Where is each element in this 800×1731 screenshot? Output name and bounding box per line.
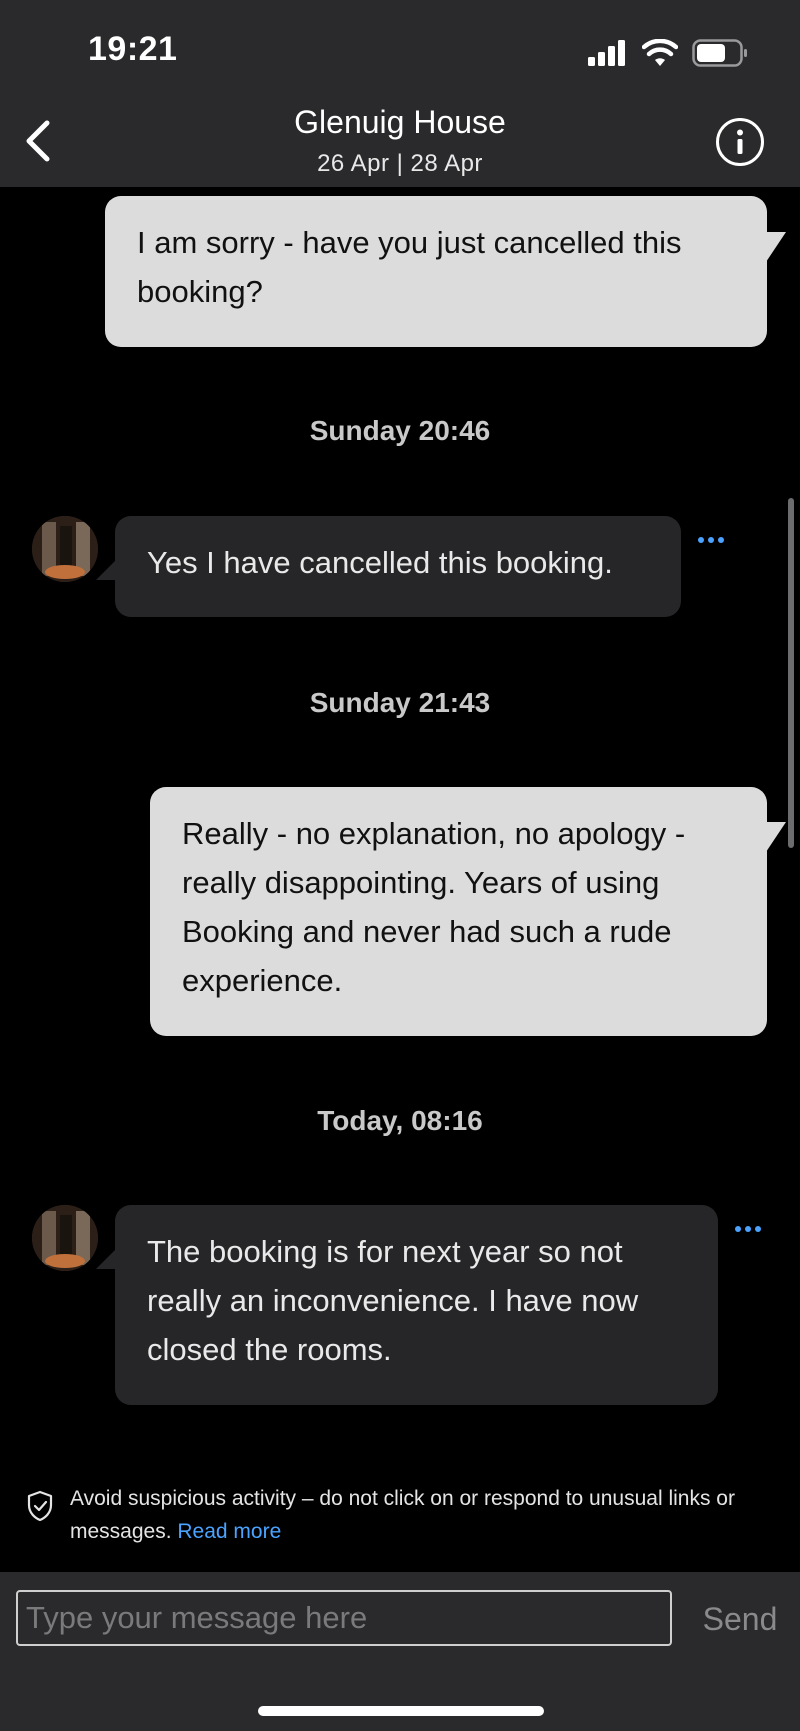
message-composer: Send — [0, 1572, 800, 1731]
info-icon — [737, 129, 743, 154]
message-bubble-incoming[interactable]: The booking is for next year so not real… — [115, 1205, 718, 1405]
message-bubble-incoming[interactable]: Yes I have cancelled this booking. — [115, 516, 681, 617]
page-title: Glenuig House — [294, 104, 506, 140]
read-more-link[interactable]: Read more — [177, 1520, 281, 1543]
battery-icon — [692, 39, 747, 67]
top-bar: 19:21 Glenuig House 26 Apr | 28 Apr — [0, 0, 800, 187]
avatar[interactable] — [32, 1205, 98, 1271]
message-text: The booking is for next year so not real… — [147, 1234, 639, 1367]
chat-screen: 19:21 Glenuig House 26 Apr | 28 Apr I am… — [0, 0, 800, 1731]
scrollbar[interactable] — [788, 498, 794, 848]
bubble-tail — [766, 232, 786, 262]
notice-text: Avoid suspicious activity – do not click… — [70, 1482, 770, 1548]
send-button[interactable]: Send — [690, 1596, 790, 1642]
shield-check-icon — [27, 1490, 53, 1522]
host-avatar-image — [32, 1205, 98, 1271]
message-bubble-outgoing[interactable]: I am sorry - have you just cancelled thi… — [105, 196, 767, 347]
status-icons — [588, 36, 748, 70]
message-timestamp: Sunday 20:46 — [309, 415, 491, 446]
signal-icon — [588, 40, 625, 66]
message-text: I am sorry - have you just cancelled thi… — [137, 225, 682, 309]
avatar[interactable] — [32, 516, 98, 582]
more-options-icon[interactable] — [735, 1226, 761, 1232]
message-text: Yes I have cancelled this booking. — [147, 545, 613, 580]
message-text: Really - no explanation, no apology - re… — [182, 816, 686, 998]
wifi-icon — [642, 39, 678, 66]
home-indicator — [258, 1706, 544, 1716]
message-timestamp: Today, 08:16 — [317, 1105, 483, 1136]
more-options-icon[interactable] — [698, 537, 724, 543]
bubble-tail — [766, 822, 786, 852]
message-bubble-outgoing[interactable]: Really - no explanation, no apology - re… — [150, 787, 767, 1036]
info-button[interactable] — [716, 118, 764, 166]
booking-dates: 26 Apr | 28 Apr — [317, 150, 483, 177]
status-time: 19:21 — [88, 30, 178, 68]
message-timestamp: Sunday 21:43 — [309, 687, 491, 718]
message-input[interactable] — [16, 1590, 672, 1646]
host-avatar-image — [32, 516, 98, 582]
notice-message: Avoid suspicious activity – do not click… — [70, 1487, 735, 1543]
